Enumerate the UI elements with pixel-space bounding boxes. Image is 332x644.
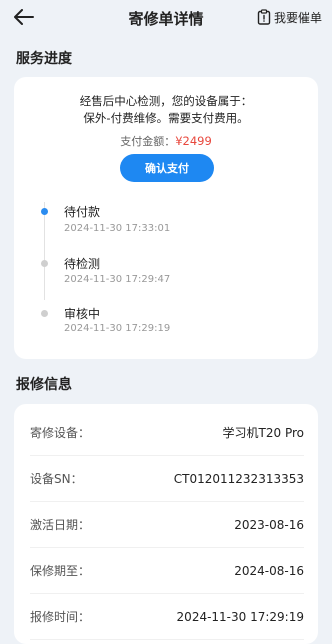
status-notice: 经售后中心检测，您的设备属于： 保外-付费维修。需要支付费用。 <box>14 93 318 127</box>
info-row-sn: 设备SN： CT012011232313353 <box>30 456 304 502</box>
progress-card: 经售后中心检测，您的设备属于： 保外-付费维修。需要支付费用。 支付金额：¥24… <box>14 77 318 359</box>
repair-info-card: 寄修设备： 学习机T20 Pro 设备SN： CT012011232313353… <box>14 404 318 644</box>
timeline-step-time: 2024-11-30 17:29:19 <box>64 323 171 334</box>
notice-line-2: 保外-付费维修。需要支付费用。 <box>83 111 249 125</box>
info-key: 激活日期： <box>30 518 91 532</box>
info-value: 2024-08-16 <box>234 563 304 578</box>
arrow-left-icon <box>14 9 34 25</box>
repair-info-section-title: 报修信息 <box>16 377 72 393</box>
timeline-dot <box>41 260 48 267</box>
top-bar: 寄修单详情 我要催单 <box>0 0 332 34</box>
info-key: 设备SN： <box>30 472 83 486</box>
info-key: 保修期至： <box>30 564 91 578</box>
info-row-report-time: 报修时间： 2024-11-30 17:29:19 <box>30 594 304 640</box>
info-row-warranty-end: 保修期至： 2024-08-16 <box>30 548 304 594</box>
timeline-step-time: 2024-11-30 17:29:47 <box>64 274 171 285</box>
urge-order-button[interactable]: 我要催单 <box>257 7 322 27</box>
payment-amount-row: 支付金额：¥2499 <box>14 133 318 149</box>
info-value: 学习机T20 Pro <box>222 426 304 440</box>
payment-amount-value: ¥2499 <box>175 134 212 148</box>
info-key: 报修时间： <box>30 610 91 624</box>
clipboard-icon <box>257 9 271 25</box>
timeline-line <box>44 202 45 300</box>
info-row-activation-date: 激活日期： 2023-08-16 <box>30 502 304 548</box>
confirm-payment-button[interactable]: 确认支付 <box>120 154 214 182</box>
timeline-dot-active <box>41 208 48 215</box>
urge-order-label: 我要催单 <box>273 10 322 25</box>
info-row-device: 寄修设备： 学习机T20 Pro <box>30 410 304 456</box>
info-value: 2024-11-30 17:29:19 <box>176 609 304 624</box>
timeline-step-label: 待付款 <box>64 205 101 219</box>
timeline-step-label: 审核中 <box>64 307 101 321</box>
notice-line-1: 经售后中心检测，您的设备属于： <box>79 94 253 108</box>
payment-amount-label: 支付金额： <box>120 135 176 148</box>
timeline-step-time: 2024-11-30 17:33:01 <box>64 223 171 234</box>
back-button[interactable] <box>12 6 36 28</box>
timeline-step-label: 待检测 <box>64 257 101 271</box>
progress-section-title: 服务进度 <box>16 51 72 67</box>
info-value: CT012011232313353 <box>173 471 304 486</box>
info-value: 2023-08-16 <box>234 517 304 532</box>
timeline-dot <box>41 310 48 317</box>
info-key: 寄修设备： <box>30 426 91 440</box>
